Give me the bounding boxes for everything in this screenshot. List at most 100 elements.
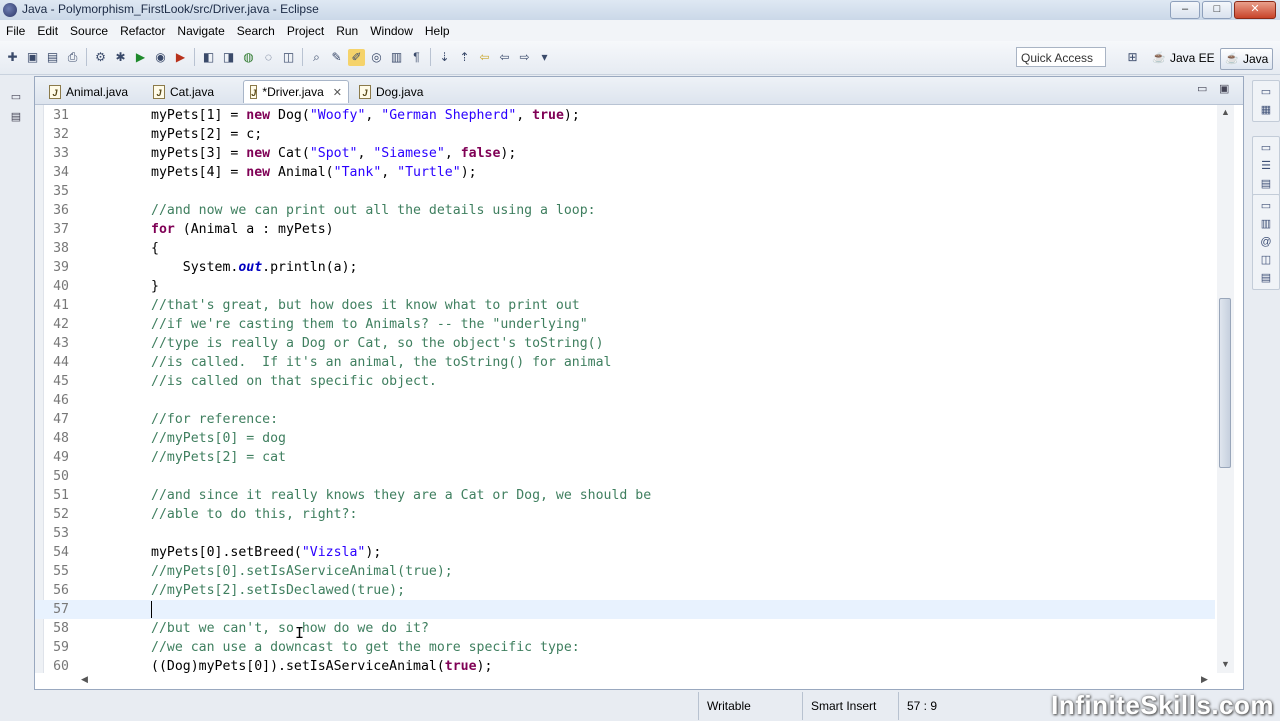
new-interface-icon[interactable]: ◌ xyxy=(260,49,277,66)
close-button[interactable]: ✕ xyxy=(1234,1,1276,19)
code-line[interactable]: 41 //that's great, but how does it know w… xyxy=(35,296,1215,315)
block-selection-icon[interactable]: ◎ xyxy=(368,49,385,66)
chevron-down-icon[interactable]: ▾ xyxy=(536,49,553,66)
perspective-java[interactable]: ☕ Java xyxy=(1220,48,1274,70)
next-annotation-icon[interactable]: ⇣ xyxy=(436,49,453,66)
close-tab-icon[interactable]: ✕ xyxy=(333,86,342,99)
code-line[interactable]: 34 myPets[4] = new Animal("Tank", "Turtle… xyxy=(35,163,1215,182)
code-line[interactable]: 59 //we can use a downcast to get the mor… xyxy=(35,638,1215,657)
hierarchy-icon[interactable]: ▤ xyxy=(1259,177,1273,191)
code-line[interactable]: 45 //is called on that specific object. xyxy=(35,372,1215,391)
scroll-left-arrow-icon[interactable]: ◀ xyxy=(81,674,88,685)
code-line[interactable]: 53 xyxy=(35,524,1215,543)
code-line[interactable]: 37 for (Animal a : myPets) xyxy=(35,220,1215,239)
code-line[interactable]: 38 { xyxy=(35,239,1215,258)
code-line[interactable]: 35 xyxy=(35,182,1215,201)
declaration-icon[interactable]: ◫ xyxy=(1259,253,1273,267)
menu-help[interactable]: Help xyxy=(419,24,456,38)
open-type-icon[interactable]: ◫ xyxy=(280,49,297,66)
open-perspective-icon[interactable]: ⊞ xyxy=(1124,49,1141,66)
code-line[interactable]: 43 //type is really a Dog or Cat, so the … xyxy=(35,334,1215,353)
print-icon[interactable]: ⎙ xyxy=(64,49,81,66)
menu-window[interactable]: Window xyxy=(364,24,419,38)
menu-run[interactable]: Run xyxy=(330,24,364,38)
new-java-project-icon[interactable]: ◧ xyxy=(200,49,217,66)
scrollbar-thumb[interactable] xyxy=(1219,298,1231,468)
maximize-button[interactable]: □ xyxy=(1202,1,1232,19)
save-all-icon[interactable]: ▤ xyxy=(44,49,61,66)
code-line[interactable]: 31 myPets[1] = new Dog("Woofy", "German S… xyxy=(35,106,1215,125)
code-line[interactable]: 33 myPets[3] = new Cat("Spot", "Siamese",… xyxy=(35,144,1215,163)
scroll-down-arrow-icon[interactable]: ▼ xyxy=(1221,659,1230,669)
tab-driver-java[interactable]: J *Driver.java ✕ xyxy=(243,80,349,103)
code-line[interactable]: 42 //if we're casting them to Animals? --… xyxy=(35,315,1215,334)
perspective-java-ee[interactable]: ☕ Java EE xyxy=(1152,48,1215,68)
back-icon[interactable]: ⇦ xyxy=(496,49,513,66)
code-line[interactable]: 55 //myPets[0].setIsAServiceAnimal(true); xyxy=(35,562,1215,581)
save-icon[interactable]: ▣ xyxy=(24,49,41,66)
task-list-icon[interactable]: ☰ xyxy=(1259,159,1273,173)
restore-icon[interactable]: ▭ xyxy=(9,90,23,104)
package-explorer-icon[interactable]: ▤ xyxy=(9,110,23,124)
maximize-editor-icon[interactable]: ▣ xyxy=(1219,82,1229,95)
previous-annotation-icon[interactable]: ⇡ xyxy=(456,49,473,66)
show-whitespace-icon[interactable]: ▥ xyxy=(388,49,405,66)
code-line[interactable]: 44 //is called. If it's an animal, the to… xyxy=(35,353,1215,372)
tab-animal-java[interactable]: J Animal.java xyxy=(43,80,143,103)
code-line[interactable]: 56 //myPets[2].setIsDeclawed(true); xyxy=(35,581,1215,600)
code-editor[interactable]: 31 myPets[1] = new Dog("Woofy", "German S… xyxy=(35,105,1215,673)
restore-icon[interactable]: ▭ xyxy=(1259,199,1273,213)
code-line[interactable]: 46 xyxy=(35,391,1215,410)
vertical-scrollbar[interactable]: ▲ ▼ xyxy=(1217,105,1234,673)
scroll-right-arrow-icon[interactable]: ▶ xyxy=(1201,674,1208,685)
quick-access-input[interactable]: Quick Access xyxy=(1016,47,1106,67)
code-line[interactable]: 60 ((Dog)myPets[0]).setIsAServiceAnimal(t… xyxy=(35,657,1215,673)
tab-cat-java[interactable]: J Cat.java xyxy=(147,80,243,103)
code-line[interactable]: 52 //able to do this, right?: xyxy=(35,505,1215,524)
paragraph-icon[interactable]: ¶ xyxy=(408,49,425,66)
code-line[interactable]: 36 //and now we can print out all the det… xyxy=(35,201,1215,220)
debug-icon[interactable]: ✱ xyxy=(112,49,129,66)
outline-icon[interactable]: ▦ xyxy=(1259,103,1273,117)
menu-edit[interactable]: Edit xyxy=(31,24,64,38)
new-icon[interactable]: ✚ xyxy=(4,49,21,66)
code-line[interactable]: 39 System.out.println(a); xyxy=(35,258,1215,277)
menu-project[interactable]: Project xyxy=(281,24,330,38)
run-icon[interactable]: ▶ xyxy=(132,49,149,66)
code-line[interactable]: 50 xyxy=(35,467,1215,486)
code-line[interactable]: 32 myPets[2] = c; xyxy=(35,125,1215,144)
minimize-editor-icon[interactable]: ▭ xyxy=(1197,82,1207,95)
code-line[interactable]: 57 xyxy=(35,600,1215,619)
horizontal-scrollbar[interactable]: ◀ ▶ xyxy=(75,673,1215,687)
forward-icon[interactable]: ⇨ xyxy=(516,49,533,66)
new-package-icon[interactable]: ◨ xyxy=(220,49,237,66)
restore-icon[interactable]: ▭ xyxy=(1259,85,1273,99)
code-line[interactable]: 47 //for reference: xyxy=(35,410,1215,429)
scroll-up-arrow-icon[interactable]: ▲ xyxy=(1221,107,1230,117)
console-icon[interactable]: ▤ xyxy=(1259,271,1273,285)
tab-dog-java[interactable]: J Dog.java xyxy=(353,80,449,103)
menu-search[interactable]: Search xyxy=(231,24,281,38)
new-class-icon[interactable]: ◍ xyxy=(240,49,257,66)
last-edit-icon[interactable]: ⇦ xyxy=(476,49,493,66)
search-icon[interactable]: ⌕ xyxy=(308,49,325,66)
build-icon[interactable]: ⚙ xyxy=(92,49,109,66)
menu-navigate[interactable]: Navigate xyxy=(171,24,230,38)
highlight-icon[interactable]: ✐ xyxy=(348,48,365,66)
javadoc-icon[interactable]: @ xyxy=(1259,235,1273,249)
external-tools-icon[interactable]: ▶ xyxy=(172,49,189,66)
code-line[interactable]: 58 //but we can't, so how do we do it? xyxy=(35,619,1215,638)
code-line[interactable]: 54 myPets[0].setBreed("Vizsla"); xyxy=(35,543,1215,562)
code-line[interactable]: 51 //and since it really knows they are a… xyxy=(35,486,1215,505)
toggle-mark-occurrences-icon[interactable]: ✎ xyxy=(328,49,345,66)
code-line[interactable]: 40} xyxy=(35,277,1215,296)
menu-file[interactable]: File xyxy=(0,24,31,38)
menu-source[interactable]: Source xyxy=(64,24,114,38)
problems-icon[interactable]: ▥ xyxy=(1259,217,1273,231)
menu-refactor[interactable]: Refactor xyxy=(114,24,171,38)
coverage-icon[interactable]: ◉ xyxy=(152,49,169,66)
code-line[interactable]: 48 //myPets[0] = dog xyxy=(35,429,1215,448)
restore-icon[interactable]: ▭ xyxy=(1259,141,1273,155)
minimize-button[interactable]: – xyxy=(1170,1,1200,19)
code-line[interactable]: 49 //myPets[2] = cat xyxy=(35,448,1215,467)
